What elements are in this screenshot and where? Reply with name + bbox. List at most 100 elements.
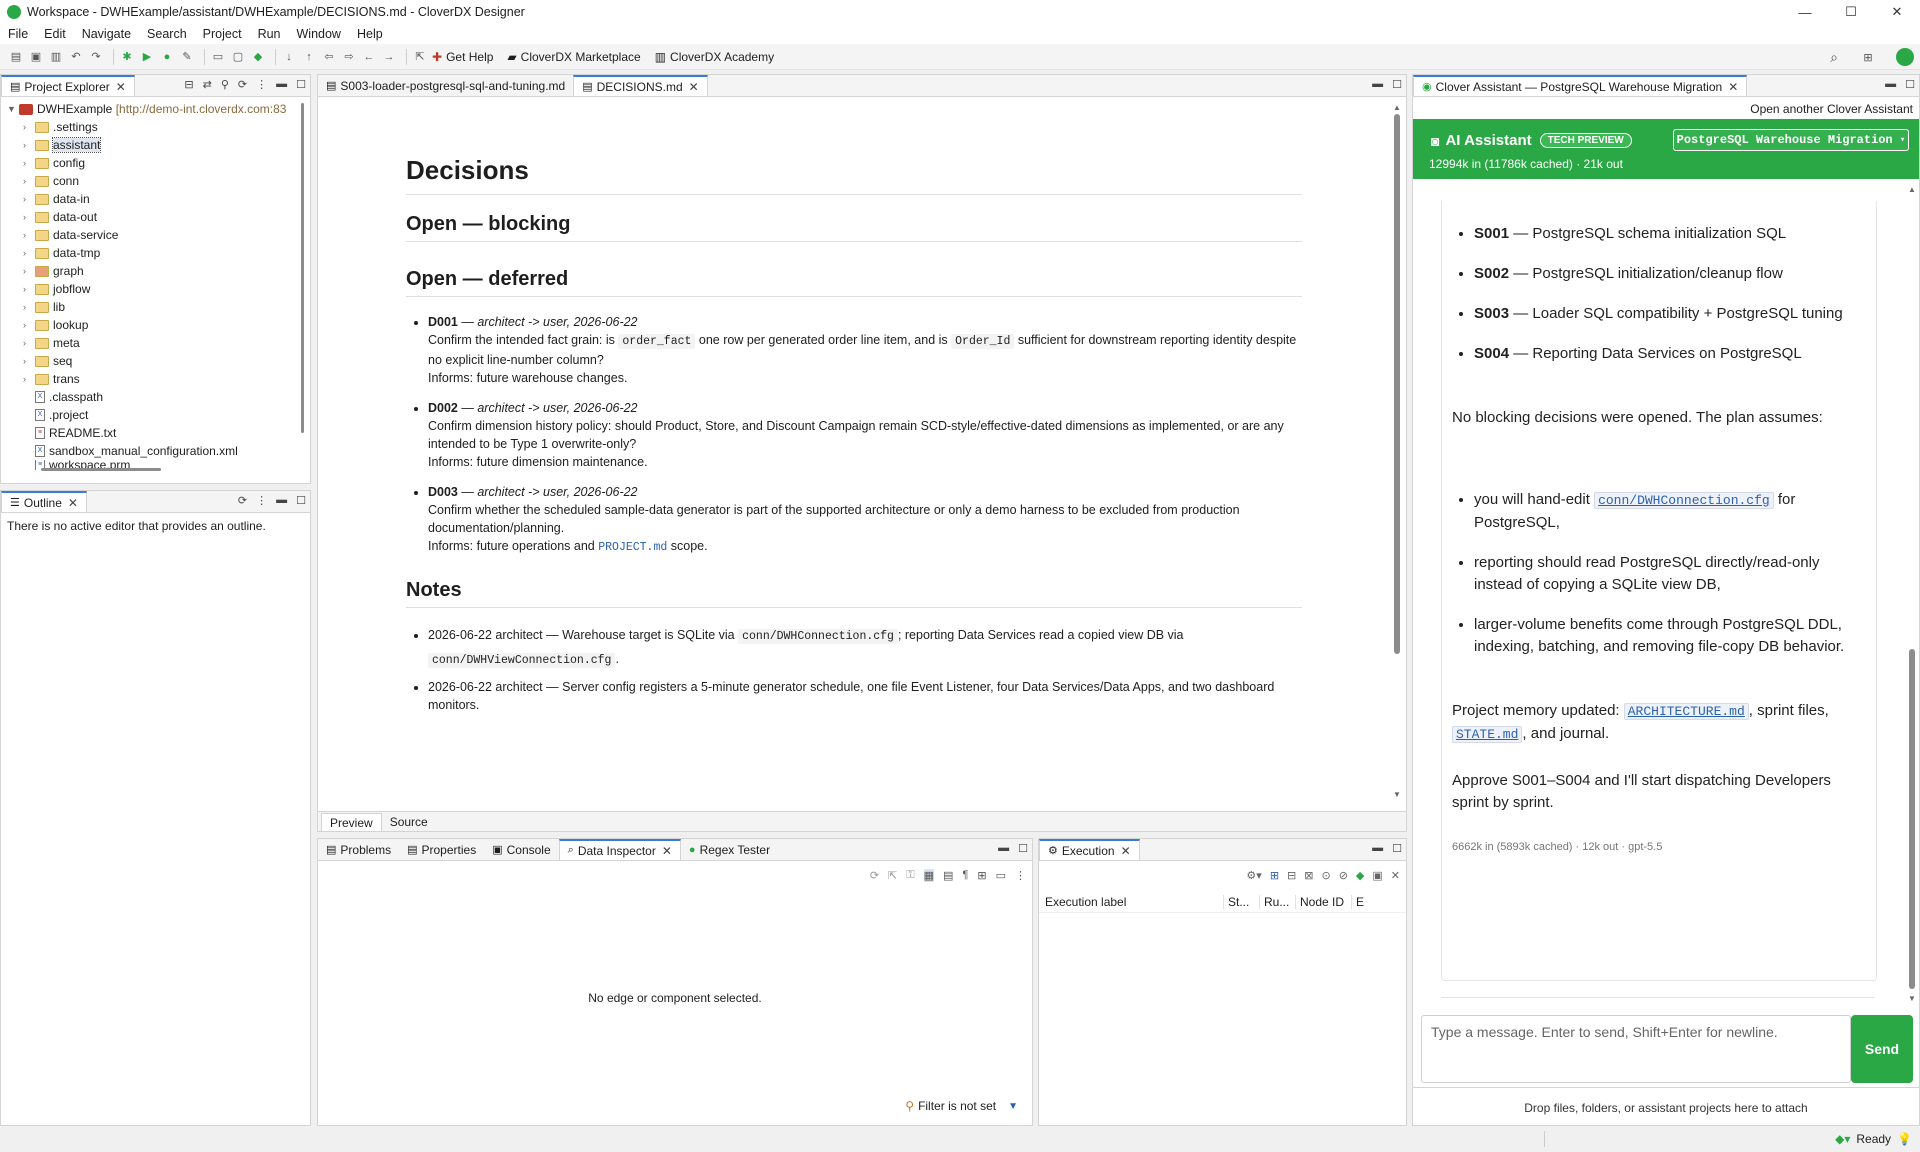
cloverdx-perspective-icon[interactable]	[1896, 48, 1914, 66]
build-icon[interactable]: ✎	[179, 49, 195, 65]
close-icon[interactable]: ✕	[1121, 844, 1131, 858]
tab-properties[interactable]: ▤ Properties	[399, 839, 484, 860]
pause-icon[interactable]: ⊙	[1321, 869, 1330, 882]
maximize-icon[interactable]: ☐	[1392, 78, 1402, 91]
tree-item[interactable]: › graph	[23, 262, 310, 280]
col-status[interactable]: St...	[1224, 894, 1260, 909]
view-mode-icon[interactable]: ▦	[923, 869, 935, 882]
tab-data-inspector[interactable]: ⌕ Data Inspector ✕	[558, 839, 681, 860]
filter-dropdown[interactable]: ⚲ Filter is not set ▼	[905, 1099, 1018, 1113]
scroll-down-icon[interactable]: ▼	[1393, 790, 1401, 799]
tree-item[interactable]: › .settings	[23, 118, 310, 136]
redo-icon[interactable]: ↷	[88, 49, 104, 65]
tab-project-explorer[interactable]: ▤ Project Explorer ✕	[1, 75, 135, 96]
tree-item[interactable]: › trans	[23, 370, 310, 388]
scroll-down-icon[interactable]: ▼	[1908, 994, 1916, 1003]
architecture-md-link[interactable]: ARCHITECTURE.md	[1623, 703, 1749, 720]
tab-problems[interactable]: ▤ Problems	[318, 839, 399, 860]
expand-all-icon[interactable]: ⊞	[1270, 869, 1279, 882]
server-icon[interactable]: ◆	[1356, 869, 1364, 882]
tree-item[interactable]: › data-in	[23, 190, 310, 208]
view-menu-icon[interactable]: ⋮	[1015, 869, 1026, 882]
scroll-up-icon[interactable]: ▲	[1393, 103, 1401, 112]
menu-project[interactable]: Project	[203, 27, 242, 41]
action-menu-icon[interactable]: ⚙▾	[1246, 869, 1261, 882]
tree-item[interactable]: › jobflow	[23, 280, 310, 298]
get-help-link[interactable]: ✚ Get Help	[432, 50, 493, 64]
tree-icon[interactable]: ⊠	[1304, 869, 1313, 882]
state-md-link[interactable]: STATE.md	[1452, 726, 1523, 743]
maximize-icon[interactable]: ☐	[1392, 842, 1402, 855]
message-input[interactable]: Type a message. Enter to send, Shift+Ent…	[1421, 1015, 1851, 1083]
save-all-icon[interactable]: ▥	[48, 49, 64, 65]
tree-item[interactable]: › config	[23, 154, 310, 172]
minimize-window-button[interactable]: —	[1782, 0, 1828, 24]
tab-regex-tester[interactable]: ● Regex Tester	[681, 839, 778, 860]
maximize-icon[interactable]: ☐	[296, 494, 306, 507]
run-config-icon[interactable]: ●	[159, 49, 175, 65]
prev-annotation-icon[interactable]: ↑	[301, 49, 317, 65]
academy-link[interactable]: ▥ CloverDX Academy	[655, 50, 774, 64]
maximize-window-button[interactable]: ☐	[1828, 0, 1874, 24]
tree-item[interactable]: › lookup	[23, 316, 310, 334]
open-folder-icon[interactable]: ▭	[996, 869, 1006, 882]
minimize-icon[interactable]: ▬	[1885, 78, 1896, 91]
export-icon[interactable]: ⇱	[888, 869, 897, 882]
close-icon[interactable]: ✕	[68, 496, 78, 510]
tab-assistant[interactable]: ◉ Clover Assistant — PostgreSQL Warehouse…	[1413, 75, 1748, 96]
tree-item[interactable]: ≡ README.txt	[23, 424, 310, 442]
minimize-icon[interactable]: ▬	[1372, 842, 1383, 855]
nav-forward-icon[interactable]: →	[381, 49, 397, 65]
menu-help[interactable]: Help	[357, 27, 383, 41]
tree-root[interactable]: ▼ DWHExample [http://demo-int.cloverdx.co…	[7, 100, 310, 118]
col-e[interactable]: E	[1352, 895, 1372, 909]
collapse-all-icon[interactable]: ⊟	[1287, 869, 1296, 882]
tree-h-scrollbar[interactable]	[41, 468, 161, 471]
next-annotation-icon[interactable]: ↓	[281, 49, 297, 65]
close-icon[interactable]: ✕	[689, 80, 699, 94]
collapse-all-icon[interactable]: ⊟	[184, 78, 193, 91]
assistant-scrollbar[interactable]: ▲ ▼	[1908, 185, 1916, 1003]
open-folder-icon[interactable]: ▭	[210, 49, 226, 65]
tree-item[interactable]: › data-tmp	[23, 244, 310, 262]
view-menu-icon[interactable]: ⋮	[256, 494, 267, 507]
export-icon[interactable]: ⇱	[412, 49, 428, 65]
tree-item[interactable]: › lib	[23, 298, 310, 316]
link-editor-icon[interactable]: ⇄	[203, 78, 212, 91]
tip-bulb-icon[interactable]: 💡	[1897, 1132, 1912, 1146]
tab-outline[interactable]: ☰ Outline ✕	[1, 491, 87, 512]
stop-icon[interactable]: ⊘	[1339, 869, 1348, 882]
console-icon[interactable]: ▢	[230, 49, 246, 65]
view-text-icon[interactable]: ▤	[943, 869, 953, 882]
tree-item[interactable]: › conn	[23, 172, 310, 190]
lock-icon[interactable]: ⚿	[906, 869, 914, 882]
forward-icon[interactable]: ⇨	[341, 49, 357, 65]
dwh-connection-link[interactable]: conn/DWHConnection.cfg	[1594, 492, 1774, 509]
run-icon[interactable]: ▶	[139, 49, 155, 65]
tab-s003[interactable]: ▤ S003-loader-postgresql-sql-and-tuning.m…	[318, 75, 573, 96]
undo-icon[interactable]: ↶	[68, 49, 84, 65]
sync-icon[interactable]: ⟳	[238, 78, 247, 91]
tree-item[interactable]: X .classpath	[23, 388, 310, 406]
editor-scrollbar[interactable]: ▲ ▼	[1393, 103, 1401, 799]
col-node-id[interactable]: Node ID	[1296, 894, 1352, 909]
tree-item[interactable]: › meta	[23, 334, 310, 352]
minimize-icon[interactable]: ▬	[276, 494, 287, 507]
tab-source[interactable]: Source	[382, 813, 436, 831]
minimize-icon[interactable]: ▬	[998, 842, 1009, 855]
debug-icon[interactable]: ✱	[119, 49, 135, 65]
project-select[interactable]: PostgreSQL Warehouse Migration ▾	[1673, 129, 1909, 151]
menu-search[interactable]: Search	[147, 27, 187, 41]
tab-decisions[interactable]: ▤ DECISIONS.md ✕	[573, 75, 708, 96]
tree-scrollbar[interactable]	[301, 103, 304, 433]
save-icon[interactable]: ▣	[28, 49, 44, 65]
nav-back-icon[interactable]: ←	[361, 49, 377, 65]
search-icon[interactable]: ⌕	[1826, 49, 1842, 65]
minimize-icon[interactable]: ▬	[1372, 78, 1383, 91]
format-icon[interactable]: ¶	[962, 869, 968, 882]
menu-file[interactable]: File	[8, 27, 28, 41]
open-another-assistant-link[interactable]: Open another Clover Assistant	[1413, 97, 1919, 119]
send-button[interactable]: Send	[1851, 1015, 1913, 1083]
open-perspective-icon[interactable]: ⊞	[1860, 49, 1876, 65]
minimize-icon[interactable]: ▬	[276, 78, 287, 91]
